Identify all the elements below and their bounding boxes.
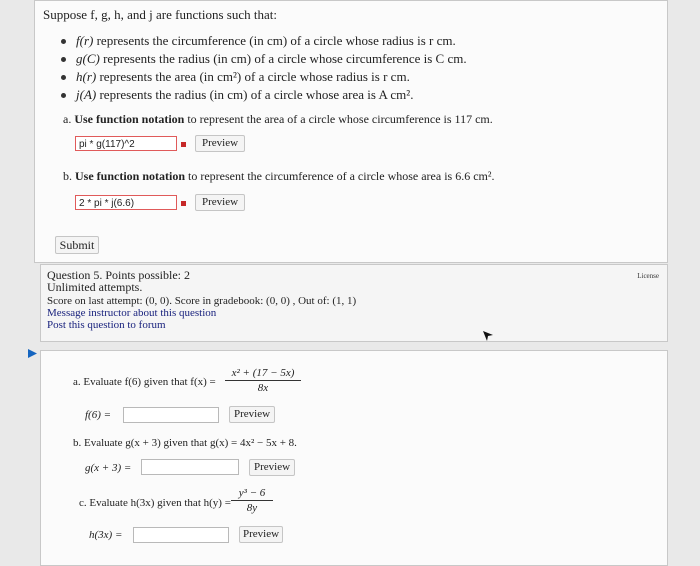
part-a-error-icon [181, 142, 186, 147]
bullet-g: g(C) represents the radius (in cm) of a … [61, 51, 467, 67]
part-b-answer-input[interactable]: 2 * pi * j(6.6) [75, 195, 177, 210]
q5-part-c-input-label: h(3x) = [89, 529, 123, 541]
post-to-forum-link[interactable]: Post this question to forum [47, 319, 166, 331]
part-a-answer-input[interactable]: pi * g(117)^2 [75, 136, 177, 151]
expand-arrow-icon[interactable] [28, 347, 37, 362]
bullet-f: f(r) represents the circumference (in cm… [61, 33, 456, 49]
question5-attempts: Unlimited attempts. [47, 280, 143, 294]
question5-score: Score on last attempt: (0, 0). Score in … [47, 295, 357, 307]
message-instructor-link[interactable]: Message instructor about this question [47, 307, 216, 319]
q5-part-a-input[interactable] [123, 407, 219, 423]
question4-panel: Suppose f, g, h, and j are functions suc… [34, 0, 668, 263]
q5-part-c-fraction: y³ − 6 8y [231, 487, 273, 514]
question4-intro: Suppose f, g, h, and j are functions suc… [43, 7, 277, 22]
q5-part-c-input[interactable] [133, 527, 229, 543]
part-b-prompt: b. Use function notation to represent th… [63, 169, 495, 183]
submit-button[interactable]: Submit [55, 236, 99, 254]
bullet-j: j(A) represents the radius (in cm) of a … [61, 87, 413, 103]
q5-part-a-preview-button[interactable]: Preview [229, 406, 275, 423]
q5-part-b-input-label: g(x + 3) = [85, 462, 132, 474]
q5-part-c-preview-button[interactable]: Preview [239, 526, 283, 543]
part-a-prompt: a. Use function notation to represent th… [63, 112, 493, 126]
q5-part-c-label: c. Evaluate h(3x) given that h(y) = [79, 497, 231, 509]
question5-body-panel: a. Evaluate f(6) given that f(x) = x² + … [40, 350, 668, 566]
part-b-error-icon [181, 201, 186, 206]
q5-part-b-input[interactable] [141, 459, 239, 475]
mouse-cursor-icon [482, 330, 494, 346]
q5-part-b-label: b. Evaluate g(x + 3) given that g(x) = 4… [73, 437, 297, 449]
license-link[interactable]: License [637, 272, 659, 280]
question5-info-panel: Question 5. Points possible: 2 Unlimited… [40, 264, 668, 342]
part-b-preview-button[interactable]: Preview [195, 194, 245, 211]
q5-part-a-fraction: x² + (17 − 5x) 8x [225, 367, 301, 394]
q5-part-a-input-label: f(6) = [85, 409, 112, 421]
part-a-preview-button[interactable]: Preview [195, 135, 245, 152]
bullet-h: h(r) represents the area (in cm²) of a c… [61, 69, 410, 85]
q5-part-a-label: a. Evaluate f(6) given that f(x) = [73, 376, 216, 388]
q5-part-b-preview-button[interactable]: Preview [249, 459, 295, 476]
